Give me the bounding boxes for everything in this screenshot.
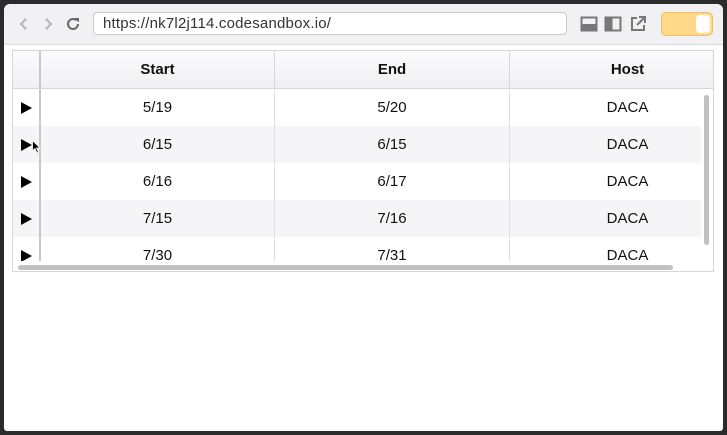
toggle-knob [696,15,710,33]
external-link-icon[interactable] [629,15,647,33]
table-row[interactable]: 7/30 7/31 DACA [13,237,701,261]
cell-host: DACA [606,247,649,261]
mouse-cursor-icon [32,139,42,159]
cell-start: 6/16 [41,163,275,200]
grid-header: Start End Host [13,51,713,89]
layout-bottom-icon[interactable] [580,15,598,33]
play-triangle-icon[interactable] [13,163,41,200]
column-header-start[interactable]: Start [41,51,275,88]
column-header-host[interactable]: Host [510,51,713,88]
expander-header [13,51,41,88]
browser-toolbar: https://nk7l2j114.codesandbox.io/ [4,4,723,45]
cell-end: 7/16 [275,200,510,237]
browser-window: https://nk7l2j114.codesandbox.io/ Start … [4,4,723,431]
play-triangle-icon[interactable] [13,237,41,261]
table-row[interactable]: 7/15 7/16 DACA [13,200,701,237]
toggle-switch[interactable] [661,12,713,36]
play-triangle-icon[interactable] [13,200,41,237]
cell-start: 5/19 [41,89,275,126]
layout-side-icon[interactable] [604,15,622,33]
cell-start: 6/15 [41,126,275,163]
table-row[interactable]: 5/19 5/20 DACA [13,89,701,126]
table-row[interactable]: 6/15 6/15 DACA [13,126,701,163]
vertical-scrollbar-thumb[interactable] [704,95,709,245]
reload-icon[interactable] [63,14,83,34]
data-grid: Start End Host 5/19 5/20 DACA 6/15 6/15 … [12,50,714,272]
table-row[interactable]: 6/16 6/17 DACA [13,163,701,200]
cell-host: DACA [606,173,649,190]
chevron-right-icon[interactable] [38,14,58,34]
cell-end: 7/31 [275,237,510,261]
cell-end: 5/20 [275,89,510,126]
cell-end: 6/15 [275,126,510,163]
horizontal-scrollbar[interactable] [13,261,713,271]
cell-host: DACA [606,210,649,227]
horizontal-scrollbar-thumb[interactable] [18,265,673,270]
cell-host: DACA [606,136,649,153]
cell-start: 7/15 [41,200,275,237]
cell-host: DACA [606,99,649,116]
column-header-end[interactable]: End [275,51,510,88]
cell-end: 6/17 [275,163,510,200]
grid-body: 5/19 5/20 DACA 6/15 6/15 DACA 6/16 6/17 … [13,89,701,261]
url-bar[interactable]: https://nk7l2j114.codesandbox.io/ [93,12,567,35]
chevron-left-icon[interactable] [14,14,34,34]
play-triangle-icon[interactable] [13,89,41,126]
vertical-scrollbar[interactable] [701,89,713,261]
cell-start: 7/30 [41,237,275,261]
